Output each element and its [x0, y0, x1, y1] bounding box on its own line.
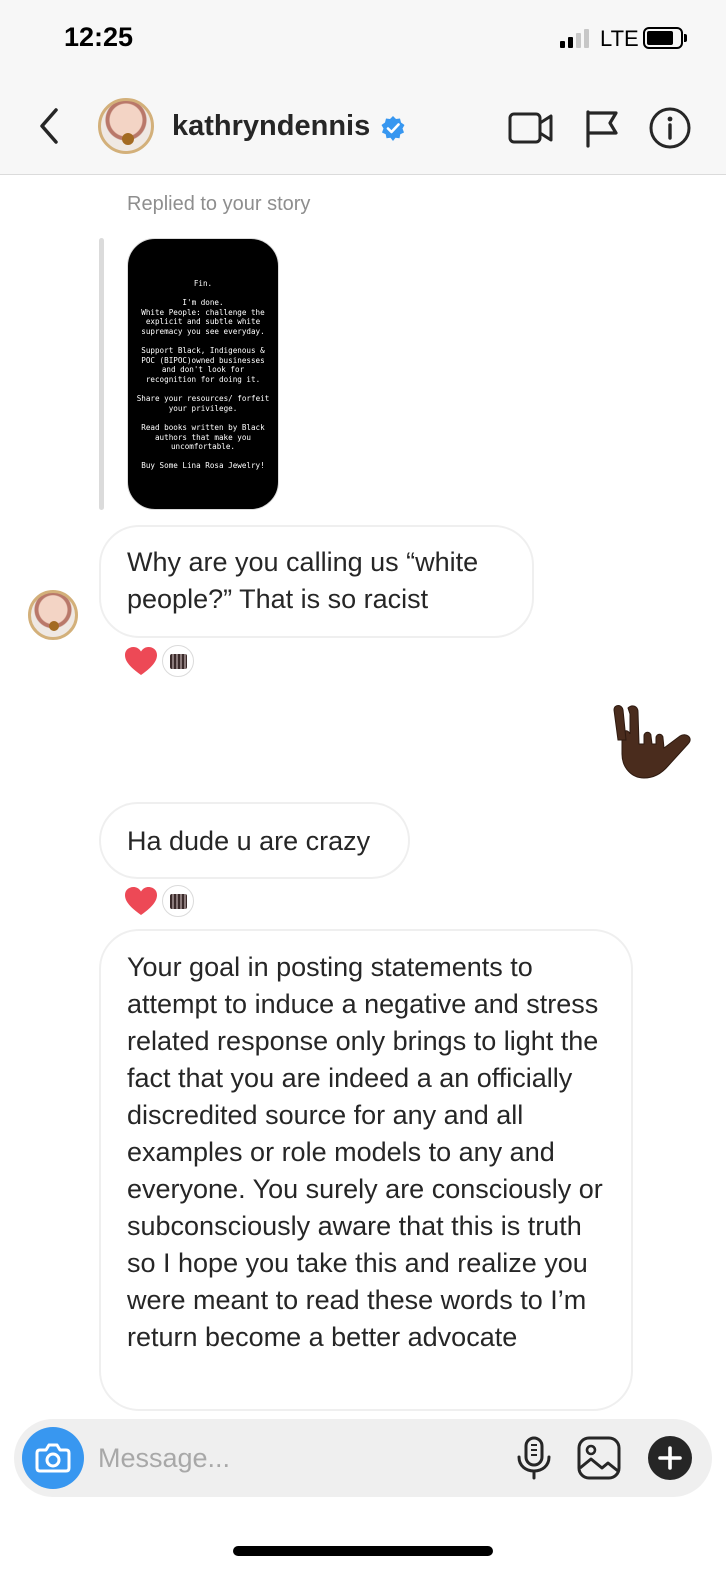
battery-tip	[684, 34, 687, 42]
gallery-icon	[577, 1436, 621, 1480]
message-input[interactable]	[98, 1437, 498, 1479]
top-bar: 12:25 LTE kathryndennis	[0, 0, 726, 175]
back-button[interactable]	[28, 104, 72, 148]
info-button[interactable]	[648, 106, 692, 150]
header-avatar[interactable]	[98, 98, 154, 154]
verified-badge-icon	[381, 116, 405, 141]
microphone-icon	[517, 1436, 551, 1480]
camera-icon	[35, 1443, 71, 1473]
message-composer	[14, 1419, 712, 1497]
love-you-gesture-icon	[613, 705, 691, 779]
love-you-gesture-emoji[interactable]	[606, 696, 702, 792]
message-reactions[interactable]	[124, 645, 204, 679]
video-call-icon	[508, 112, 553, 144]
heart-reaction-icon	[125, 647, 157, 675]
flag-icon	[586, 110, 618, 148]
story-reply-indicator	[99, 238, 104, 510]
video-call-button[interactable]	[508, 106, 553, 150]
back-chevron-icon	[40, 108, 58, 144]
home-indicator[interactable]	[233, 1546, 493, 1556]
reactor-avatar	[162, 645, 194, 677]
network-type: LTE	[600, 26, 639, 51]
battery-icon	[643, 27, 683, 49]
status-time: 12:25	[64, 22, 134, 52]
signal-strength-icon	[560, 28, 592, 48]
voice-message-button[interactable]	[514, 1435, 554, 1481]
plus-icon	[658, 1446, 682, 1470]
camera-button[interactable]	[22, 1427, 84, 1489]
story-thumbnail[interactable]: Fin. I'm done. White People: challenge t…	[127, 238, 279, 510]
more-options-button[interactable]	[648, 1436, 692, 1480]
header-username[interactable]: kathryndennis	[172, 110, 370, 143]
message-reactions[interactable]	[124, 885, 204, 919]
sender-avatar[interactable]	[28, 590, 78, 640]
message-bubble[interactable]: Ha dude u are crazy	[99, 802, 410, 879]
story-reply-label: Replied to your story	[127, 193, 311, 215]
heart-reaction-icon	[125, 887, 157, 915]
message-bubble[interactable]: Why are you calling us “white people?” T…	[99, 525, 534, 638]
report-button[interactable]	[580, 106, 624, 150]
info-icon	[649, 107, 691, 149]
message-bubble[interactable]: Your goal in posting statements to attem…	[99, 929, 633, 1411]
gallery-button[interactable]	[576, 1435, 622, 1481]
reactor-avatar	[162, 885, 194, 917]
